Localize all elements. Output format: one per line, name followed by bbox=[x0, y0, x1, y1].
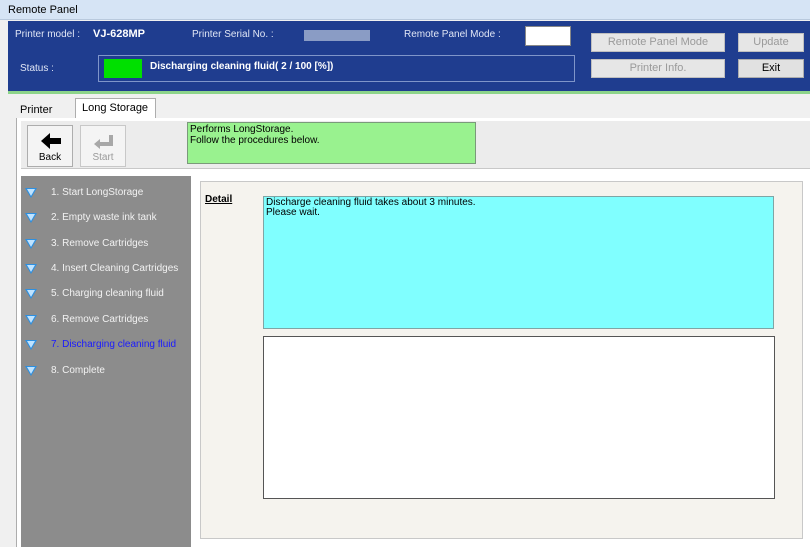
enter-return-icon bbox=[94, 135, 113, 149]
step-triangle-icon bbox=[25, 289, 37, 299]
exit-button[interactable]: Exit bbox=[738, 59, 804, 78]
step-item: 3. Remove Cartridges bbox=[21, 232, 191, 252]
step-triangle-icon bbox=[25, 188, 37, 198]
back-button[interactable]: Back bbox=[27, 125, 73, 167]
control-buttons-area: Remote Panel Mode Update Printer Info. E… bbox=[581, 21, 810, 91]
remote-panel-mode-button[interactable]: Remote Panel Mode bbox=[591, 33, 725, 52]
printer-info-button[interactable]: Printer Info. bbox=[591, 59, 725, 78]
step-item: 6. Remove Cartridges bbox=[21, 308, 191, 328]
status-led-icon bbox=[104, 59, 142, 78]
step-triangle-icon bbox=[25, 213, 37, 223]
step-item-current: 7. Discharging cleaning fluid bbox=[21, 333, 191, 353]
window-title: Remote Panel bbox=[8, 4, 78, 16]
step-list: 1. Start LongStorage 2. Empty waste ink … bbox=[21, 176, 191, 547]
serial-label: Printer Serial No. : bbox=[192, 29, 274, 40]
start-button[interactable]: Start bbox=[80, 125, 126, 167]
step-triangle-icon bbox=[25, 315, 37, 325]
remote-mode-indicator bbox=[525, 26, 571, 46]
status-text: Discharging cleaning fluid( 2 / 100 [%]) bbox=[150, 61, 334, 72]
step-label: 2. Empty waste ink tank bbox=[51, 212, 157, 223]
step-label: 7. Discharging cleaning fluid bbox=[51, 339, 177, 350]
window-titlebar: Remote Panel bbox=[0, 0, 810, 20]
step-item: 8. Complete bbox=[21, 359, 191, 379]
step-triangle-icon bbox=[25, 264, 37, 274]
update-button[interactable]: Update bbox=[738, 33, 804, 52]
printer-model-label: Printer model : bbox=[15, 29, 81, 40]
step-label: 8. Complete bbox=[51, 365, 105, 376]
instruction-message: Performs LongStorage. Follow the procedu… bbox=[187, 122, 476, 164]
step-item: 1. Start LongStorage bbox=[21, 181, 191, 201]
step-item: 5. Charging cleaning fluid bbox=[21, 282, 191, 302]
step-item: 2. Empty waste ink tank bbox=[21, 206, 191, 226]
arrow-left-icon bbox=[41, 133, 61, 149]
printer-info-bar: Printer model : VJ-628MP Printer Serial … bbox=[8, 21, 581, 91]
step-label: 3. Remove Cartridges bbox=[51, 238, 149, 249]
header-divider bbox=[8, 91, 810, 94]
image-display-box bbox=[263, 336, 775, 499]
detail-label: Detail bbox=[205, 194, 233, 205]
step-label: 4. Insert Cleaning Cartridges bbox=[51, 263, 179, 274]
step-triangle-icon bbox=[25, 366, 37, 376]
printer-model-value: VJ-628MP bbox=[93, 28, 145, 40]
status-label: Status : bbox=[20, 63, 54, 74]
back-label: Back bbox=[38, 152, 62, 163]
step-triangle-icon bbox=[25, 340, 37, 350]
tab-long-storage[interactable]: Long Storage bbox=[75, 98, 156, 118]
detail-text-box: Discharge cleaning fluid takes about 3 m… bbox=[263, 196, 774, 329]
remote-mode-label: Remote Panel Mode : bbox=[404, 29, 501, 40]
serial-value-redacted bbox=[304, 30, 370, 41]
step-label: 6. Remove Cartridges bbox=[51, 314, 149, 325]
step-item: 4. Insert Cleaning Cartridges bbox=[21, 257, 191, 277]
step-label: 1. Start LongStorage bbox=[51, 187, 144, 198]
step-triangle-icon bbox=[25, 239, 37, 249]
start-label: Start bbox=[92, 152, 114, 163]
step-label: 5. Charging cleaning fluid bbox=[51, 288, 164, 299]
